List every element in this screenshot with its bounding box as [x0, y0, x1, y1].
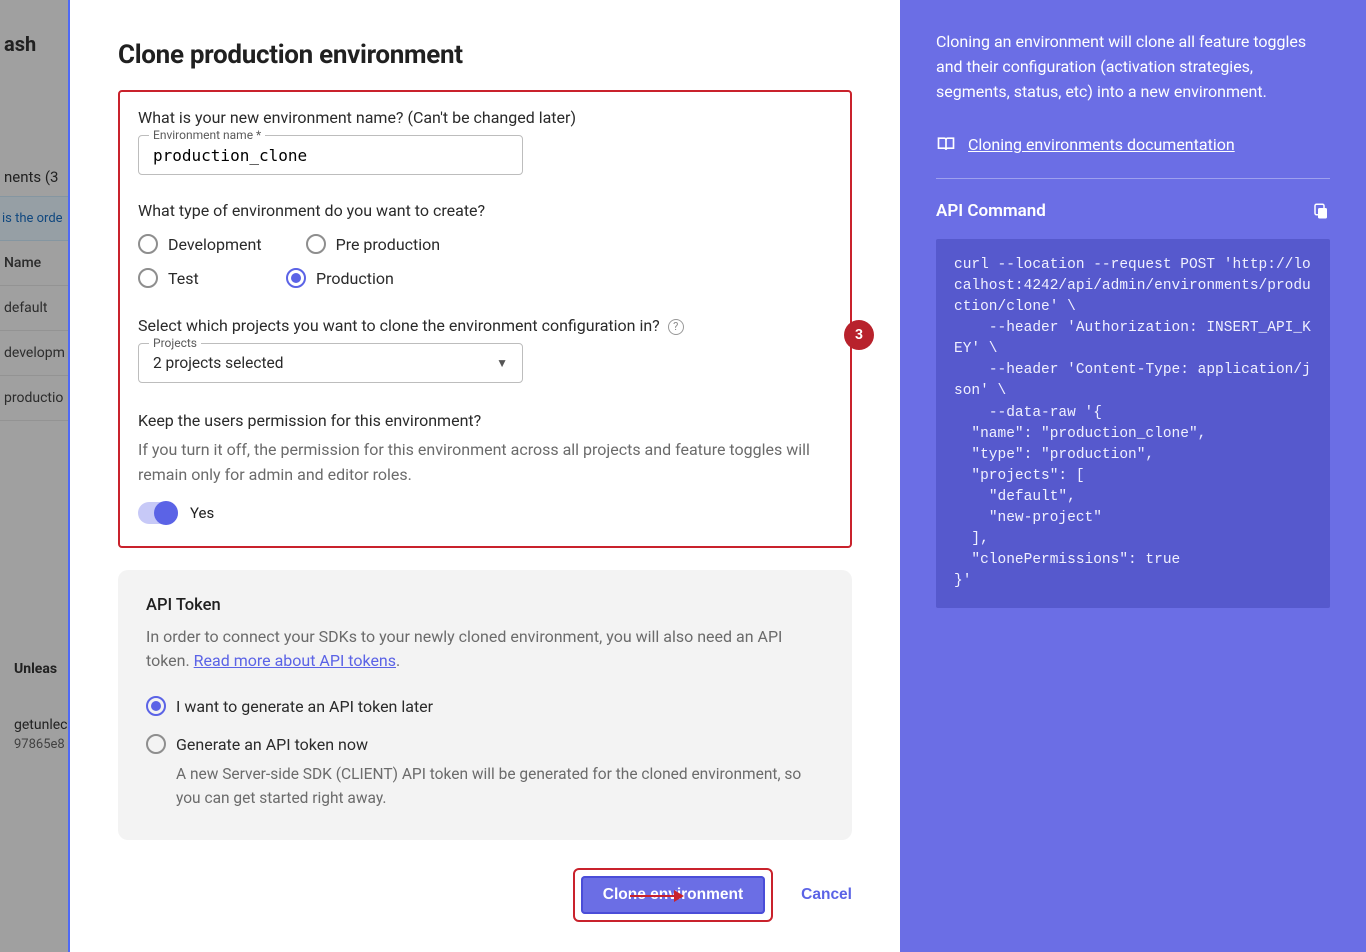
- api-command-title: API Command: [936, 201, 1046, 221]
- radio-icon-selected: [286, 268, 306, 288]
- toggle-knob: [154, 501, 178, 525]
- toggle-label: Yes: [190, 504, 214, 522]
- environment-name-field[interactable]: Environment name *: [138, 135, 523, 175]
- permissions-toggle[interactable]: [138, 502, 178, 524]
- radio-label: Production: [316, 269, 394, 288]
- modal-form-area: Clone production environment 3 What is y…: [70, 0, 900, 952]
- permissions-description: If you turn it off, the permission for t…: [138, 438, 832, 488]
- sidebar-description: Cloning an environment will clone all fe…: [936, 30, 1330, 104]
- token-now-description: A new Server-side SDK (CLIENT) API token…: [176, 762, 824, 810]
- api-token-description: In order to connect your SDKs to your ne…: [146, 625, 824, 675]
- book-icon: [936, 134, 956, 154]
- environment-name-floating-label: Environment name *: [149, 128, 265, 142]
- help-icon[interactable]: ?: [668, 319, 684, 335]
- step-badge-3: 3: [844, 320, 874, 350]
- documentation-link-row: Cloning environments documentation: [936, 134, 1330, 154]
- radio-production[interactable]: Production: [286, 268, 394, 288]
- projects-select[interactable]: Projects 2 projects selected ▼: [138, 343, 523, 383]
- radio-icon-unselected: [146, 734, 166, 754]
- api-command-code[interactable]: curl --location --request POST 'http://l…: [936, 239, 1330, 607]
- environment-name-question: What is your new environment name? (Can'…: [138, 108, 832, 127]
- api-token-docs-link[interactable]: Read more about API tokens: [194, 651, 396, 670]
- radio-preproduction[interactable]: Pre production: [306, 234, 441, 254]
- highlighted-form-section: 3 What is your new environment name? (Ca…: [118, 90, 852, 548]
- chevron-down-icon: ▼: [496, 356, 508, 370]
- api-token-card: API Token In order to connect your SDKs …: [118, 570, 852, 841]
- projects-floating-label: Projects: [149, 336, 201, 350]
- divider: [936, 178, 1330, 179]
- clone-environment-modal: Clone production environment 3 What is y…: [68, 0, 1366, 952]
- annotation-arrow: [630, 895, 682, 897]
- radio-icon-unselected: [138, 268, 158, 288]
- copy-icon[interactable]: [1312, 202, 1330, 220]
- radio-label: Development: [168, 235, 262, 254]
- modal-title: Clone production environment: [118, 40, 852, 70]
- radio-icon-unselected: [306, 234, 326, 254]
- radio-icon-selected: [146, 696, 166, 716]
- cancel-button[interactable]: Cancel: [801, 886, 852, 904]
- radio-label: I want to generate an API token later: [176, 697, 433, 716]
- radio-test[interactable]: Test: [138, 268, 242, 288]
- permissions-question: Keep the users permission for this envir…: [138, 411, 832, 430]
- radio-development[interactable]: Development: [138, 234, 262, 254]
- radio-token-later[interactable]: I want to generate an API token later: [146, 696, 824, 716]
- radio-icon-unselected: [138, 234, 158, 254]
- api-token-title: API Token: [146, 596, 824, 615]
- modal-footer: Clone environment Cancel: [118, 868, 852, 922]
- radio-token-now[interactable]: Generate an API token now: [146, 734, 824, 754]
- cloning-docs-link[interactable]: Cloning environments documentation: [968, 135, 1235, 154]
- radio-label: Test: [168, 269, 199, 288]
- radio-label: Generate an API token now: [176, 735, 368, 754]
- projects-question: Select which projects you want to clone …: [138, 316, 832, 335]
- radio-label: Pre production: [336, 235, 441, 254]
- modal-sidebar: Cloning an environment will clone all fe…: [900, 0, 1366, 952]
- environment-type-question: What type of environment do you want to …: [138, 201, 832, 220]
